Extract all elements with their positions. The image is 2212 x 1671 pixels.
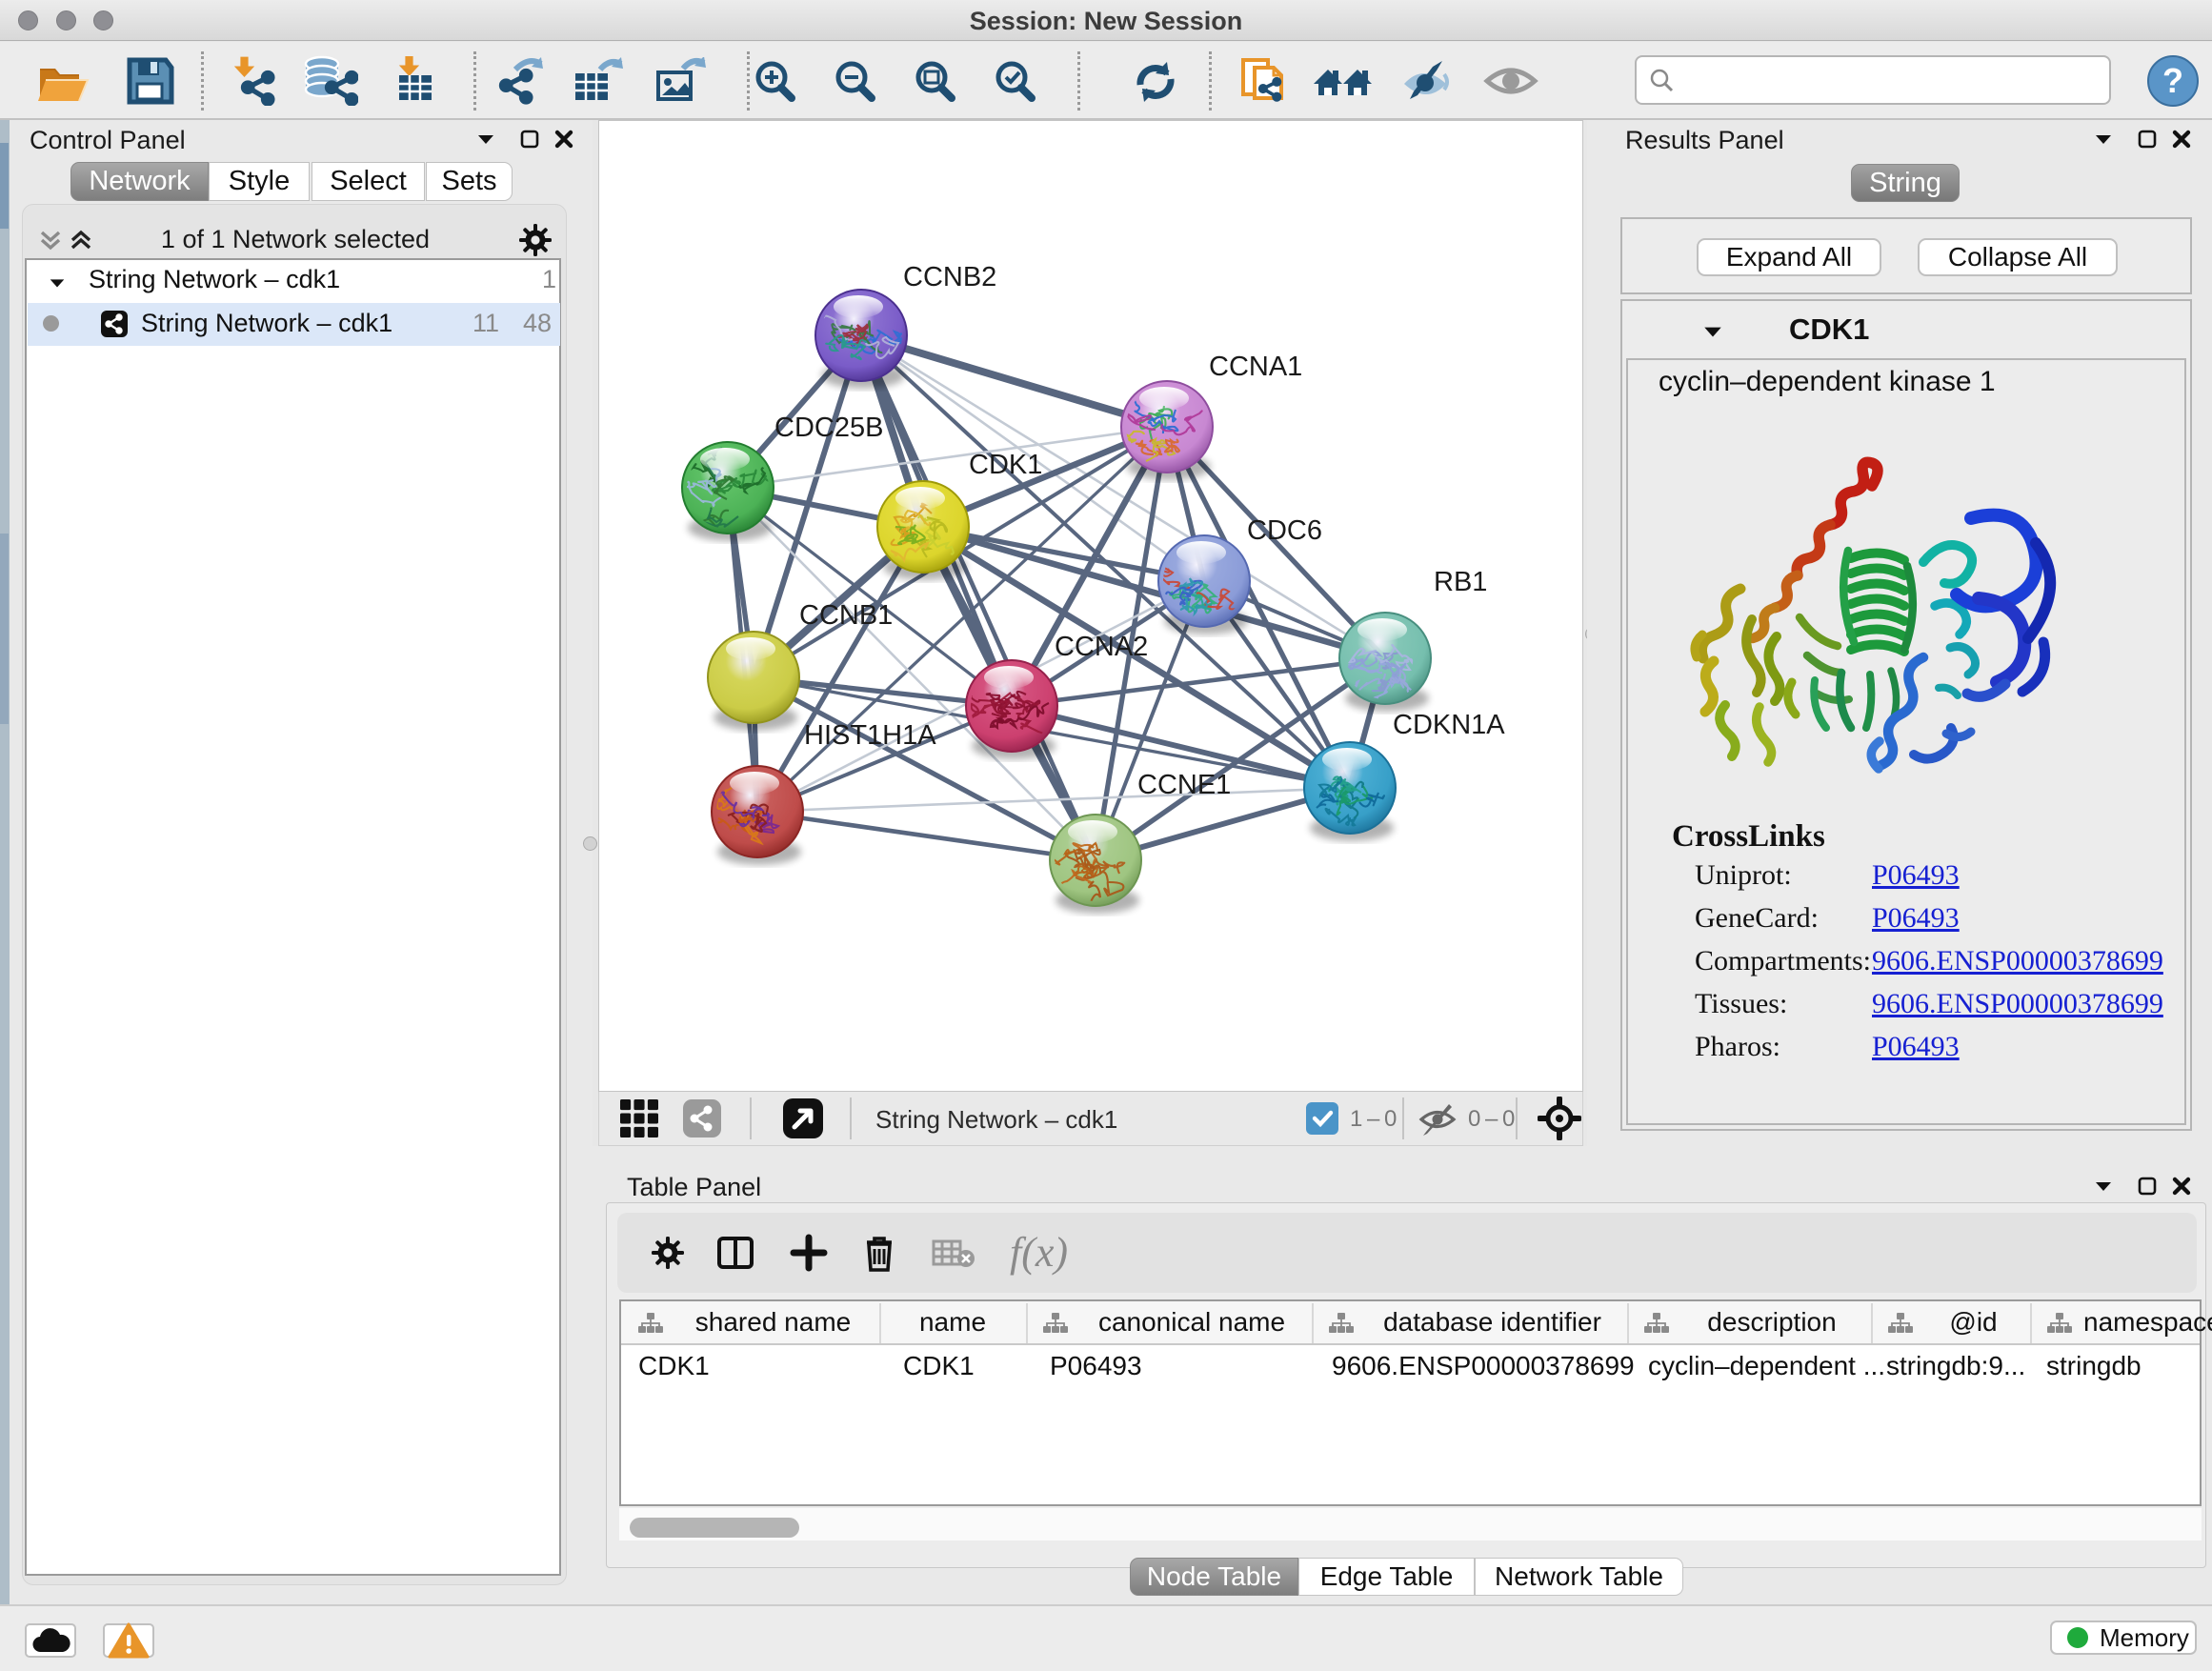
svg-text:CDKN1A: CDKN1A xyxy=(1393,710,1505,740)
svg-text:RB1: RB1 xyxy=(1434,567,1487,597)
svg-text:CDC6: CDC6 xyxy=(1247,515,1322,546)
svg-text:CCNA2: CCNA2 xyxy=(1055,632,1148,662)
svg-text:CCNB2: CCNB2 xyxy=(903,262,996,292)
svg-text:CCNB1: CCNB1 xyxy=(799,600,893,631)
svg-text:CCNA1: CCNA1 xyxy=(1209,352,1302,382)
svg-text:CDK1: CDK1 xyxy=(969,450,1042,480)
svg-text:HIST1H1A: HIST1H1A xyxy=(804,720,936,751)
svg-text:CDC25B: CDC25B xyxy=(774,413,883,443)
svg-text:?: ? xyxy=(2162,61,2183,100)
svg-text:CCNE1: CCNE1 xyxy=(1137,770,1231,800)
